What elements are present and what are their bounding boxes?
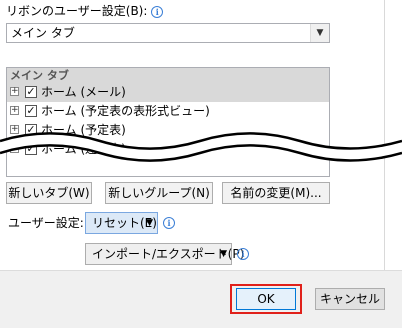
checkbox-home-calendar-table[interactable]: ✓ xyxy=(25,105,37,117)
torn-edge-divider xyxy=(0,132,402,162)
info-icon[interactable]: i xyxy=(151,5,164,18)
ribbon-tabs-combo[interactable]: メイン タブ ▼ xyxy=(6,23,330,43)
ok-button[interactable]: OK xyxy=(236,288,296,310)
ribbon-customize-label: リボンのユーザー設定(B): i xyxy=(6,1,164,21)
user-settings-label: ユーザー設定: xyxy=(8,216,84,230)
info-icon[interactable]: i xyxy=(163,217,175,229)
info-icon[interactable]: i xyxy=(237,248,249,260)
import-export-button[interactable]: インポート/エクスポート(P) ▼ xyxy=(85,243,244,265)
tree-item-home-calendar-table[interactable]: + ✓ ホーム (予定表の表形式ビュー) xyxy=(7,102,329,121)
tree-item-label: ホーム (メール) xyxy=(41,85,126,99)
ribbon-customize-label-text: リボンのユーザー設定(B): xyxy=(6,4,148,18)
expand-icon[interactable]: + xyxy=(10,87,19,96)
dropdown-arrow-icon: ▼ xyxy=(220,249,227,259)
new-tab-button[interactable]: 新しいタブ(W) xyxy=(6,182,92,204)
new-group-button[interactable]: 新しいグループ(N) xyxy=(105,182,213,204)
dropdown-arrow-icon: ▼ xyxy=(146,218,153,228)
rename-button[interactable]: 名前の変更(M)... xyxy=(222,182,330,204)
expand-icon[interactable]: + xyxy=(10,106,19,115)
ribbon-tabs-combo-value: メイン タブ xyxy=(11,26,75,40)
checkbox-home-mail[interactable]: ✓ xyxy=(25,86,37,98)
chevron-down-icon[interactable]: ▼ xyxy=(310,24,329,42)
reset-button[interactable]: リセット(E) ▼ xyxy=(85,212,158,234)
tree-item-home-mail[interactable]: + ✓ ホーム (メール) xyxy=(7,83,329,102)
cancel-button[interactable]: キャンセル xyxy=(315,288,385,310)
tree-header: メイン タブ xyxy=(7,68,329,84)
tree-item-label: ホーム (予定表の表形式ビュー) xyxy=(41,104,210,118)
